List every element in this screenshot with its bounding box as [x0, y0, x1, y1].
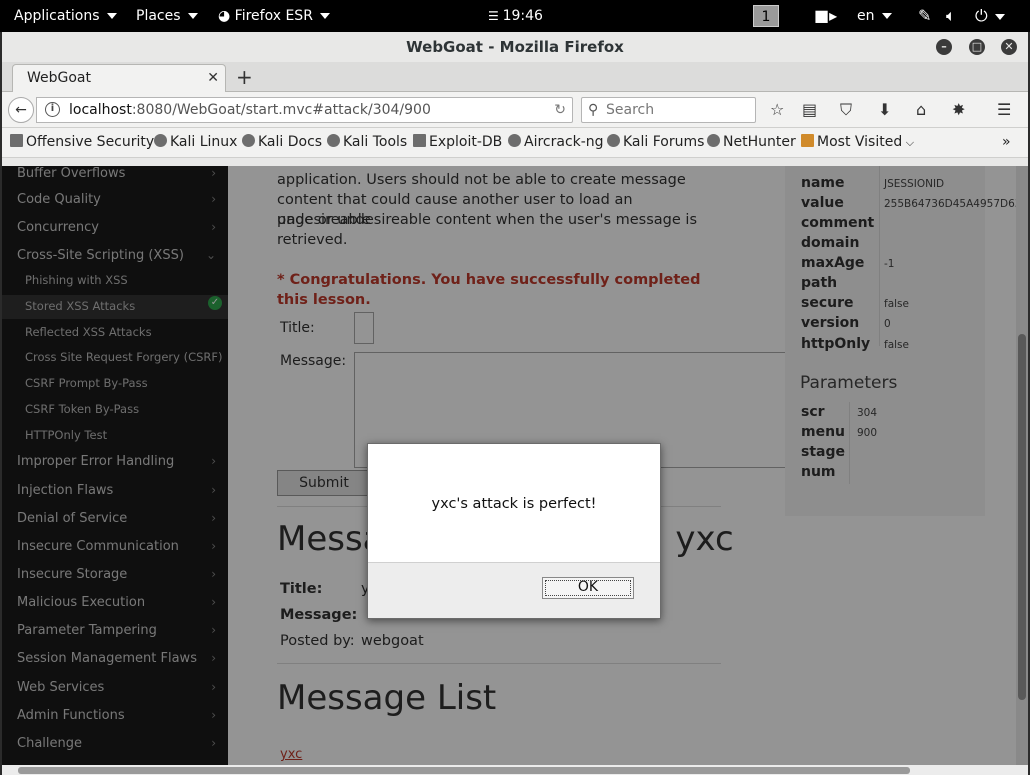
download-icon[interactable]: ⬇ — [878, 101, 891, 119]
window-title: WebGoat - Mozilla Firefox — [406, 38, 624, 56]
tab-webgoat[interactable]: WebGoat ✕ — [12, 64, 226, 93]
top-panel: Applications Places ◕ Firefox ESR ☰ 19:4… — [0, 0, 1030, 32]
search-icon: ⚲ — [588, 102, 599, 118]
workspace-number: 1 — [753, 5, 779, 27]
globe-icon — [607, 134, 620, 147]
bookmark-nethunter[interactable]: NetHunter — [707, 134, 796, 150]
bookmark-star-icon[interactable]: ☆ — [770, 101, 784, 119]
chevron-down-icon — [187, 13, 198, 19]
modal-overlay: yxc's attack is perfect! OK — [2, 166, 1028, 765]
tab-label: WebGoat — [27, 70, 92, 86]
bookmark-kali-linux[interactable]: Kali Linux — [154, 134, 237, 150]
folder-icon — [801, 134, 814, 147]
bookmark-kali-tools[interactable]: Kali Tools — [327, 134, 407, 150]
window-titlebar[interactable]: WebGoat - Mozilla Firefox – □ ✕ — [2, 32, 1028, 62]
firefox-window: WebGoat - Mozilla Firefox – □ ✕ WebGoat … — [2, 32, 1028, 775]
info-icon[interactable]: i — [45, 102, 60, 117]
url-path: :8080/WebGoat/start.mvc#attack/304/900 — [131, 102, 431, 118]
clock[interactable]: ☰ 19:46 — [488, 0, 543, 32]
hamburger-menu-icon[interactable]: ☰ — [997, 101, 1011, 119]
horizontal-scrollbar[interactable] — [2, 765, 1028, 775]
minimize-icon[interactable]: – — [936, 39, 952, 55]
chevron-down-icon — [106, 13, 117, 19]
bookmark-label: Exploit-DB — [429, 134, 503, 150]
maximize-icon[interactable]: □ — [969, 39, 985, 55]
extension-icon[interactable]: ✸ — [952, 101, 965, 119]
power-menu[interactable]: ⏻ — [975, 0, 1005, 32]
offensive-security-icon — [10, 134, 23, 147]
firefox-app-label: Firefox ESR — [234, 8, 313, 24]
bookmark-label: Aircrack-ng — [524, 134, 604, 150]
bookmark-label: Offensive Security — [26, 134, 155, 150]
tab-close-icon[interactable]: ✕ — [207, 65, 219, 92]
language-menu[interactable]: en — [857, 0, 892, 32]
power-icon: ⏻ — [975, 6, 988, 25]
pocket-icon[interactable]: ⛉ — [840, 101, 852, 119]
scrollbar-thumb[interactable] — [18, 767, 910, 774]
globe-icon — [242, 134, 255, 147]
bookmark-aircrack-ng[interactable]: Aircrack-ng — [508, 134, 604, 150]
globe-icon — [327, 134, 340, 147]
navigation-toolbar: ← i localhost:8080/WebGoat/start.mvc#att… — [2, 92, 1028, 128]
alert-message: yxc's attack is perfect! — [431, 496, 597, 512]
applications-label: Applications — [14, 8, 100, 24]
bookmark-offensive-security[interactable]: Offensive Security — [10, 134, 154, 150]
bookmark-label: NetHunter — [723, 134, 796, 150]
new-tab-icon[interactable]: + — [236, 65, 253, 89]
chevron-down-icon — [319, 13, 330, 19]
bookmark-most-visited[interactable]: Most Visited ⌵ — [801, 134, 914, 150]
globe-icon — [707, 134, 720, 147]
places-label: Places — [136, 8, 181, 24]
ok-button[interactable]: OK — [542, 577, 634, 599]
video-icon[interactable]: ■▸ — [814, 0, 837, 32]
bookmarks-toolbar: Offensive Security Kali Linux Kali Docs … — [2, 128, 1028, 158]
reload-icon[interactable]: ↻ — [554, 98, 566, 122]
overflow-chevron-icon[interactable]: » — [1002, 134, 1011, 150]
chevron-down-icon — [881, 13, 892, 19]
url-host: localhost — [69, 102, 132, 118]
url-bar[interactable]: i localhost:8080/WebGoat/start.mvc#attac… — [36, 97, 573, 123]
firefox-icon: ◕ — [218, 8, 235, 24]
volume-icon[interactable]: 🔈︎ — [946, 0, 956, 32]
bookmark-kali-docs[interactable]: Kali Docs — [242, 134, 322, 150]
close-window-icon[interactable]: ✕ — [1001, 39, 1017, 55]
applications-menu[interactable]: Applications — [14, 0, 117, 32]
kali-dragon-icon — [154, 134, 167, 147]
workspace-indicator[interactable]: 1 — [753, 0, 779, 32]
bookmark-exploit-db[interactable]: Exploit-DB — [413, 134, 502, 150]
bookmark-kali-forums[interactable]: Kali Forums — [607, 134, 704, 150]
search-input[interactable]: ⚲ Search — [581, 97, 756, 123]
bookmark-label: Kali Tools — [343, 134, 408, 150]
aircrack-icon — [508, 134, 521, 147]
pen-icon[interactable]: ✎ — [918, 0, 931, 32]
language-label: en — [857, 8, 875, 24]
alert-footer: OK — [368, 562, 660, 618]
firefox-app-menu[interactable]: ◕ Firefox ESR — [218, 0, 330, 32]
places-menu[interactable]: Places — [136, 0, 198, 32]
tab-bar: WebGoat ✕ + — [2, 62, 1028, 93]
bookmark-label: Kali Docs — [258, 134, 323, 150]
chevron-down-icon — [994, 13, 1005, 20]
back-arrow-icon[interactable]: ← — [8, 97, 34, 123]
alert-dialog: yxc's attack is perfect! OK — [367, 443, 661, 619]
search-placeholder: Search — [606, 102, 655, 118]
bookmark-label: Kali Linux — [170, 134, 238, 150]
clock-time: 19:46 — [502, 8, 543, 24]
bookmark-label: Most Visited — [817, 134, 903, 150]
bookmark-label: Kali Forums — [623, 134, 705, 150]
exploit-db-icon — [413, 134, 426, 147]
reading-list-icon[interactable]: ▤ — [802, 101, 817, 119]
home-icon[interactable]: ⌂ — [916, 101, 926, 119]
